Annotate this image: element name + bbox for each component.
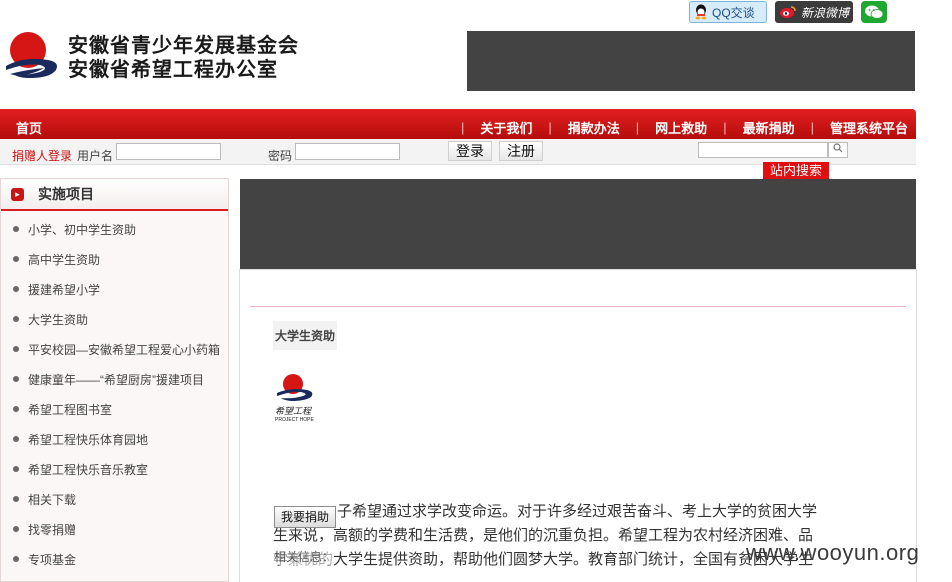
sina-weibo-button[interactable]: 新浪微博 (775, 1, 853, 23)
nav-separator: | (548, 120, 552, 135)
site-logo[interactable]: 安徽省青少年发展基金会 安徽省希望工程办公室 (4, 30, 299, 84)
nav-item-about[interactable]: 关于我们 (480, 118, 532, 137)
project-hope-logo-subtext: PROJECT HOPE (275, 417, 314, 423)
bullet-icon (13, 406, 19, 412)
main-nav: 首页 | 关于我们 | 捐款办法 | 网上救助 | 最新捐助 | 管理系统平台 (0, 109, 916, 139)
bullet-icon (13, 436, 19, 442)
divider (250, 306, 906, 307)
sidebar-header: ▸ 实施项目 (1, 179, 228, 211)
sidebar-item[interactable]: 平安校园—安徽希望工程爱心小药箱 (1, 334, 228, 364)
article-line: 子希望通过求学改变命运。对于许多经过艰苦奋斗、考上大学的贫困大学 (337, 503, 818, 520)
nav-separator: | (810, 120, 814, 135)
project-hope-logo: 希望工程 PROJECT HOPE (275, 373, 315, 425)
sidebar-item-label: 健康童年——“希望厨房”援建项目 (28, 372, 204, 387)
sidebar-item[interactable]: 相关下载 (1, 484, 228, 514)
sidebar-item[interactable]: 希望工程图书室 (1, 394, 228, 424)
article-title: 大学生资助 (273, 321, 338, 350)
bullet-icon (13, 256, 19, 262)
nav-item-donation-methods[interactable]: 捐款办法 (568, 118, 620, 137)
arrow-right-icon: ▸ (11, 187, 24, 201)
sidebar-list: 小学、初中学生资助 高中学生资助 援建希望小学 大学生资助 平安校园—安徽希望工… (1, 211, 228, 574)
password-label: 密码 (268, 149, 293, 163)
bullet-icon (13, 316, 19, 322)
org-name: 安徽省青少年发展基金会 安徽省希望工程办公室 (68, 33, 299, 81)
header-banner (467, 31, 915, 91)
donate-button[interactable]: 我要捐助 (274, 506, 336, 528)
sidebar-title: 实施项目 (38, 186, 94, 202)
sidebar: ▸ 实施项目 小学、初中学生资助 高中学生资助 援建希望小学 大学生资助 平安校… (0, 178, 229, 582)
bullet-icon (13, 346, 19, 352)
org-name-line1: 安徽省青少年发展基金会 (68, 33, 299, 57)
nav-items: | 关于我们 | 捐款办法 | 网上救助 | 最新捐助 | 管理系统平台 (445, 118, 908, 137)
sidebar-item[interactable]: 健康童年——“希望厨房”援建项目 (1, 364, 228, 394)
sidebar-item-label: 希望工程快乐体育园地 (28, 432, 149, 447)
sidebar-item[interactable]: 大学生资助 (1, 304, 228, 334)
sidebar-item[interactable]: 希望工程快乐体育园地 (1, 424, 228, 454)
related-info-label: 相关信息： (274, 548, 335, 565)
org-name-line2: 安徽省希望工程办公室 (68, 57, 278, 81)
login-button[interactable]: 登录 (448, 141, 492, 161)
sidebar-item[interactable]: 高中学生资助 (1, 244, 228, 274)
sidebar-item-label: 援建希望小学 (28, 282, 101, 297)
password-input[interactable] (295, 143, 400, 160)
nav-separator: | (635, 120, 640, 135)
donor-login-title: 捐赠人登录 (12, 149, 73, 163)
sina-weibo-label: 新浪微博 (801, 5, 850, 20)
sidebar-item-label: 相关下载 (28, 492, 77, 507)
nav-item-latest-donations[interactable]: 最新捐助 (743, 118, 795, 137)
sidebar-item-label: 希望工程快乐音乐教室 (28, 462, 149, 477)
nav-separator: | (723, 120, 727, 135)
content-banner (240, 179, 916, 269)
site-search-input[interactable] (698, 142, 828, 158)
search-icon (833, 143, 843, 153)
site-search-label[interactable]: 站内搜索 (763, 162, 829, 180)
bullet-icon (13, 526, 19, 532)
username-label: 用户名 (77, 149, 114, 163)
sidebar-item[interactable]: 援建希望小学 (1, 274, 228, 304)
qq-chat-label: QQ交谈 (712, 5, 755, 20)
register-button[interactable]: 注册 (499, 141, 543, 161)
qq-chat-button[interactable]: QQ交谈 (689, 1, 767, 23)
project-hope-logo-icon (277, 374, 313, 401)
sidebar-item[interactable]: 专项基金 (1, 544, 228, 574)
bullet-icon (13, 286, 19, 292)
nav-home[interactable]: 首页 (16, 118, 42, 137)
sidebar-item-label: 希望工程图书室 (28, 402, 113, 417)
wechat-icon (865, 5, 884, 19)
sidebar-item-label: 专项基金 (28, 552, 77, 567)
sidebar-item[interactable]: 找零捐赠 (1, 514, 228, 544)
wechat-button[interactable] (861, 1, 887, 23)
nav-item-admin-platform[interactable]: 管理系统平台 (830, 118, 908, 137)
hope-project-logo-icon (6, 32, 57, 78)
project-hope-logo-text: 希望工程 (275, 406, 312, 416)
social-links: QQ交谈 新浪微博 (689, 0, 887, 24)
bullet-icon (13, 496, 19, 502)
sidebar-item-label: 找零捐赠 (28, 522, 77, 537)
bullet-icon (13, 226, 19, 232)
sidebar-item-label: 高中学生资助 (28, 252, 101, 267)
bullet-icon (13, 466, 19, 472)
search-button[interactable] (828, 142, 848, 158)
bullet-icon (13, 556, 19, 562)
weibo-icon (780, 6, 796, 18)
sidebar-item-label: 平安校园—安徽希望工程爱心小药箱 (28, 342, 221, 357)
sidebar-item-label: 小学、初中学生资助 (28, 222, 137, 237)
bullet-icon (13, 376, 19, 382)
sidebar-item[interactable]: 希望工程快乐音乐教室 (1, 454, 228, 484)
qq-icon (695, 4, 707, 20)
sidebar-item[interactable]: 小学、初中学生资助 (1, 214, 228, 244)
watermark: www.wooyun.org (746, 540, 920, 565)
username-input[interactable] (116, 143, 221, 160)
sidebar-item-label: 大学生资助 (28, 312, 89, 327)
nav-item-online-aid[interactable]: 网上救助 (655, 118, 707, 137)
nav-separator: | (460, 120, 465, 135)
